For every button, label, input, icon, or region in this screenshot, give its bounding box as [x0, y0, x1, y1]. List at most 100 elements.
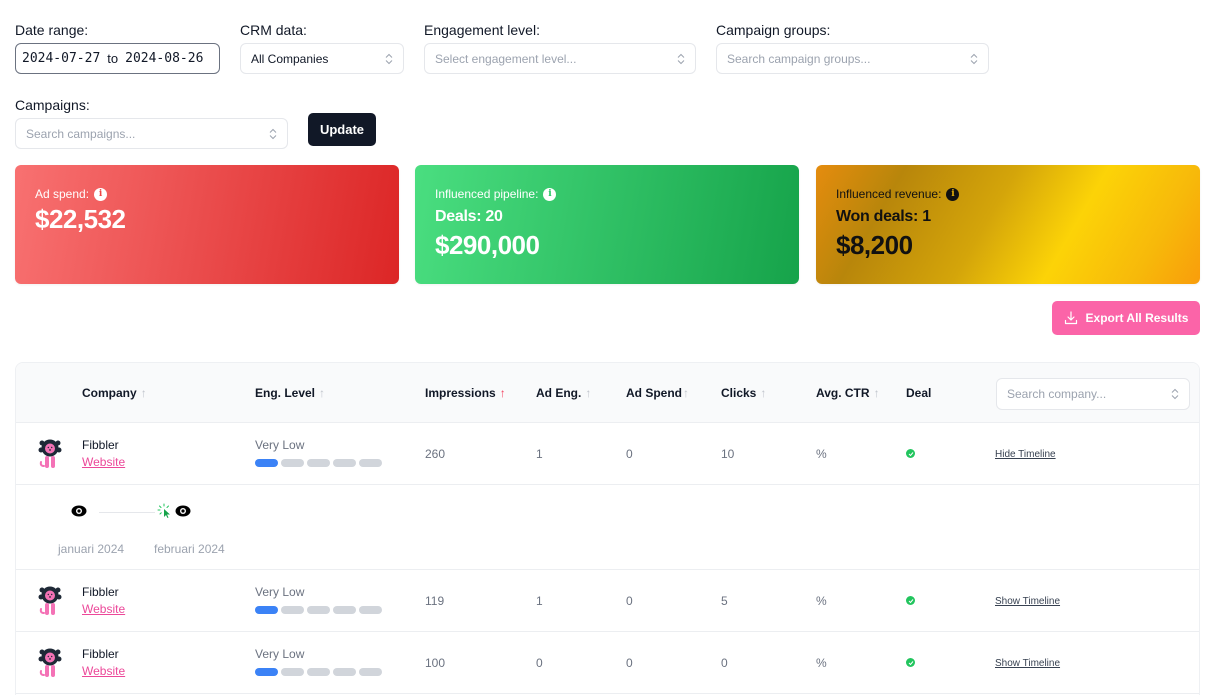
timeline-connector	[99, 512, 155, 513]
ad-spend-title: Ad spend:	[35, 187, 90, 201]
campaign-groups-label: Campaign groups:	[716, 22, 831, 38]
eye-icon	[71, 505, 87, 517]
engagement-level-bar	[255, 668, 382, 676]
influenced-revenue-card: Influenced revenue: i Won deals: 1 $8,20…	[816, 165, 1200, 284]
export-all-results-button[interactable]: Export All Results	[1052, 301, 1200, 335]
crm-data-label: CRM data:	[240, 22, 307, 38]
engagement-segment	[333, 459, 356, 467]
info-icon[interactable]: i	[543, 187, 557, 201]
engagement-level-label: Very Low	[255, 438, 305, 452]
campaigns-field: Campaigns: Search campaigns...	[15, 97, 288, 149]
date-range-input[interactable]: 2024-07-27 to 2024-08-26	[15, 43, 220, 74]
deal-check-icon	[906, 658, 915, 667]
engagement-level-bar	[255, 459, 382, 467]
update-button[interactable]: Update	[308, 113, 376, 146]
engagement-level-label: Very Low	[255, 585, 305, 599]
column-label: Impressions	[425, 386, 496, 400]
ad-spend-value: 0	[626, 594, 633, 608]
search-company-placeholder: Search company...	[1007, 387, 1107, 401]
deal-check-icon	[906, 449, 915, 458]
engagement-level-label: Engagement level:	[424, 22, 540, 38]
crm-data-select[interactable]: All Companies	[240, 43, 404, 74]
website-link[interactable]: Website	[82, 455, 125, 469]
sort-arrow-up-icon: ↑	[683, 386, 689, 400]
sort-arrow-up-icon: ↑	[499, 386, 506, 400]
company-name: Fibbler	[82, 647, 119, 661]
engagement-level-placeholder: Select engagement level...	[435, 51, 577, 66]
sort-arrow-up-icon: ↑	[585, 386, 592, 400]
sort-arrow-up-icon: ↑	[873, 386, 880, 400]
toggle-timeline-link[interactable]: Show Timeline	[995, 658, 1060, 669]
website-link[interactable]: Website	[82, 664, 125, 678]
column-label: Eng. Level	[255, 386, 316, 400]
timeline-month-label: februari 2024	[154, 542, 225, 556]
avg-ctr-value: %	[816, 594, 827, 608]
table-row: Fibbler Website Very Low 119 1 0 5 % Sho…	[16, 570, 1199, 632]
pipeline-deals: Deals: 20	[435, 208, 503, 225]
engagement-segment	[281, 459, 304, 467]
info-icon[interactable]: i	[946, 187, 960, 201]
column-label: Deal	[906, 386, 932, 400]
export-label: Export All Results	[1085, 311, 1189, 325]
clicks-value: 5	[721, 594, 728, 608]
pipeline-value: $290,000	[435, 230, 540, 260]
engagement-level-select[interactable]: Select engagement level...	[424, 43, 696, 74]
revenue-value: $8,200	[836, 230, 913, 260]
toggle-timeline-link[interactable]: Hide Timeline	[995, 449, 1056, 460]
ad-eng-value: 0	[536, 656, 543, 670]
campaign-groups-field: Campaign groups: Search campaign groups.…	[716, 22, 989, 74]
column-label: Avg. CTR	[816, 386, 870, 400]
engagement-segment	[255, 606, 278, 614]
impressions-value: 260	[425, 447, 446, 461]
campaigns-label: Campaigns:	[15, 97, 90, 113]
company-logo-lion-icon	[38, 648, 62, 677]
revenue-won-deals: Won deals: 1	[836, 208, 931, 225]
column-header-avg-ctr[interactable]: Avg. CTR ↑	[816, 386, 880, 400]
date-to: 2024-08-26	[125, 51, 204, 66]
chevron-updown-icon	[677, 53, 685, 64]
date-range-field: Date range: 2024-07-27 to 2024-08-26	[15, 22, 220, 74]
engagement-segment	[359, 668, 382, 676]
column-header-company[interactable]: Company ↑	[82, 386, 147, 400]
sort-arrow-up-icon: ↑	[140, 386, 147, 400]
avg-ctr-value: %	[816, 656, 827, 670]
column-header-impressions[interactable]: Impressions ↑	[425, 386, 506, 400]
impressions-value: 100	[425, 656, 446, 670]
website-link[interactable]: Website	[82, 602, 125, 616]
campaigns-select[interactable]: Search campaigns...	[15, 118, 288, 149]
engagement-segment	[359, 606, 382, 614]
column-label: Ad Spend	[626, 386, 682, 400]
info-icon[interactable]: i	[94, 187, 108, 201]
engagement-segment	[307, 668, 330, 676]
date-separator: to	[107, 51, 119, 66]
date-from: 2024-07-27	[22, 51, 101, 66]
column-header-ad-eng[interactable]: Ad Eng. ↑	[536, 386, 591, 400]
download-icon	[1064, 311, 1077, 325]
timeline-month-label: januari 2024	[58, 542, 125, 556]
search-company-input[interactable]: Search company...	[996, 378, 1190, 410]
engagement-level-bar	[255, 606, 382, 614]
engagement-segment	[255, 668, 278, 676]
table-row: Fibbler Website Very Low 260 1 0 10 % Hi…	[16, 423, 1199, 485]
engagement-segment	[307, 606, 330, 614]
ad-spend-title-row: Ad spend: i	[35, 187, 379, 201]
crm-data-value: All Companies	[251, 51, 329, 66]
column-header-clicks[interactable]: Clicks ↑	[721, 386, 766, 400]
clicks-value: 10	[721, 447, 735, 461]
toggle-timeline-link[interactable]: Show Timeline	[995, 596, 1060, 607]
companies-table: Company ↑ Eng. Level ↑ Impressions ↑ Ad …	[15, 362, 1200, 695]
engagement-level-field: Engagement level: Select engagement leve…	[424, 22, 696, 74]
column-label: Clicks	[721, 386, 757, 400]
revenue-title: Influenced revenue:	[836, 187, 942, 201]
engagement-segment	[333, 606, 356, 614]
deal-check-icon	[906, 596, 915, 605]
pipeline-title: Influenced pipeline:	[435, 187, 539, 201]
date-range-label: Date range:	[15, 22, 89, 38]
campaign-groups-select[interactable]: Search campaign groups...	[716, 43, 989, 74]
column-header-eng-level[interactable]: Eng. Level ↑	[255, 386, 325, 400]
engagement-segment	[255, 459, 278, 467]
ad-spend-value: $22,532	[35, 204, 126, 234]
chevron-updown-icon	[385, 53, 393, 64]
column-header-ad-spend[interactable]: Ad Spend ↑	[626, 386, 689, 400]
engagement-segment	[281, 606, 304, 614]
